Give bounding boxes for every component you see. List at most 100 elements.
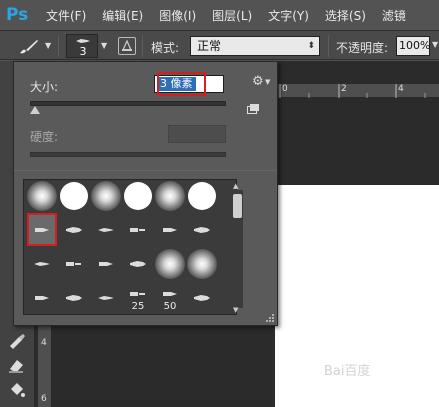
ruler-horizontal: 0 2 4 (278, 84, 439, 98)
hardness-label: 硬度: (30, 130, 59, 144)
brush-preset-item[interactable] (123, 181, 153, 211)
brush-tip-icon (66, 262, 81, 266)
brush-preset-item[interactable] (155, 215, 185, 245)
brush-tip-icon (194, 227, 210, 233)
grid-scrollbar-thumb[interactable] (233, 194, 242, 218)
brush-tip-icon (98, 228, 114, 232)
watermark-logo: Bai百度 (324, 364, 371, 379)
photoshop-logo: Ps (6, 5, 29, 25)
brush-preset-item[interactable] (187, 181, 217, 211)
brush-picker-caret-icon[interactable]: ▼ (101, 41, 107, 50)
canvas-background (278, 99, 439, 185)
brush-preset-item[interactable] (91, 283, 121, 313)
gear-icon[interactable]: ⚙ (252, 74, 264, 89)
menu-select[interactable]: 选择(S) (325, 7, 366, 24)
brush-size-label: 25 (131, 301, 145, 312)
tools-panel (0, 325, 34, 407)
brush-preset-picker[interactable]: 3 (66, 34, 98, 58)
options-bar: ▼ 3 ▼ 模式: 正常 ⬍ 不透明度: 100% ▼ (0, 30, 439, 60)
brush-preset-item[interactable] (91, 215, 121, 245)
brush-preset-item[interactable]: 50 (155, 283, 185, 313)
brush-size-preview: 3 (79, 45, 87, 58)
brush-preset-item[interactable] (59, 249, 89, 279)
menu-file[interactable]: 文件(F) (46, 7, 86, 24)
menu-edit[interactable]: 编辑(E) (102, 7, 143, 24)
hardness-input (168, 125, 226, 143)
brush-preset-item[interactable] (27, 283, 57, 313)
new-preset-icon[interactable] (247, 104, 259, 114)
menu-filter[interactable]: 滤镜 (382, 7, 406, 24)
brush-preset-item[interactable] (59, 181, 89, 211)
brush-tip-icon (66, 227, 82, 233)
brush-preset-item[interactable] (123, 215, 153, 245)
brush-tip-icon (99, 262, 113, 266)
brush-tip-icon (194, 295, 210, 301)
brush-preset-item[interactable] (155, 181, 185, 211)
chevron-updown-icon: ⬍ (307, 41, 315, 51)
brush-tip-icon (98, 296, 114, 300)
divider (58, 35, 59, 57)
brush-tip-icon (163, 228, 177, 232)
menu-bar: Ps 文件(F) 编辑(E) 图像(I) 图层(L) 文字(Y) 选择(S) 滤… (0, 0, 439, 30)
size-label: 大小: (30, 80, 59, 94)
divider (328, 35, 329, 57)
gear-caret-icon[interactable]: ▼ (265, 78, 270, 86)
brush-preset-item[interactable] (123, 249, 153, 279)
scroll-down-icon[interactable]: ▼ (233, 306, 238, 314)
soft-round-brush-icon (155, 181, 185, 211)
brush-preset-item[interactable] (91, 181, 121, 211)
size-slider-thumb[interactable] (29, 106, 40, 114)
brush-preset-item[interactable]: 25 (123, 283, 153, 313)
brush-icon[interactable] (18, 37, 40, 55)
brush-tip-icon (76, 39, 90, 43)
brush-preset-item[interactable] (27, 181, 57, 211)
brush-size-label: 50 (163, 301, 177, 312)
brush-tip-icon (34, 262, 50, 266)
brush-preset-item[interactable] (187, 215, 217, 245)
opacity-label: 不透明度: (336, 41, 389, 55)
menu-type[interactable]: 文字(Y) (268, 7, 309, 24)
brush-tip-icon (130, 261, 146, 267)
hard-round-brush-icon (60, 182, 88, 210)
brush-preset-grid: 50 25 ▲ ▼ (23, 179, 243, 315)
brush-preset-item[interactable] (59, 215, 89, 245)
mode-value: 正常 (197, 39, 222, 53)
ruler-ticks (279, 84, 426, 98)
highlight-box (157, 72, 206, 96)
hard-round-brush-icon (124, 182, 152, 210)
brush-preset-item[interactable] (27, 249, 57, 279)
menu-image[interactable]: 图像(I) (159, 7, 196, 24)
brush-tip-icon (130, 292, 145, 296)
opacity-caret-icon[interactable]: ▼ (432, 40, 438, 49)
eraser-icon[interactable] (7, 355, 27, 375)
soft-round-brush-icon (91, 181, 121, 211)
brush-preset-item[interactable] (155, 249, 185, 279)
divider (142, 35, 143, 57)
brush-preset-item[interactable] (187, 249, 217, 279)
brush-panel-toggle-icon[interactable] (118, 37, 136, 55)
resize-grip-icon[interactable] (265, 313, 275, 323)
mode-label: 模式: (151, 41, 180, 55)
ruler-label: 4 (41, 338, 47, 348)
divider (14, 170, 277, 171)
scroll-up-icon[interactable]: ▲ (233, 182, 238, 190)
hard-round-brush-icon (188, 182, 216, 210)
brush-preset-item[interactable] (187, 283, 217, 313)
highlight-box (27, 213, 57, 246)
brush-tip-icon (163, 292, 177, 296)
soft-round-brush-icon (187, 249, 217, 279)
menu-layer[interactable]: 图层(L) (212, 7, 252, 24)
paint-bucket-icon[interactable] (7, 380, 27, 400)
hardness-slider-track (30, 152, 226, 157)
ruler-vertical: 4 6 (38, 326, 52, 407)
soft-round-brush-icon (27, 181, 57, 211)
mode-select[interactable]: 正常 ⬍ (190, 36, 320, 56)
ruler-label: 6 (41, 394, 47, 404)
opacity-input[interactable]: 100% (396, 36, 430, 56)
tool-preset-caret-icon[interactable]: ▼ (45, 41, 51, 50)
history-brush-icon[interactable] (7, 331, 27, 351)
brush-preset-item[interactable] (91, 249, 121, 279)
brush-preset-item[interactable] (59, 283, 89, 313)
size-slider-track[interactable] (30, 101, 226, 106)
soft-round-brush-icon (155, 249, 185, 279)
